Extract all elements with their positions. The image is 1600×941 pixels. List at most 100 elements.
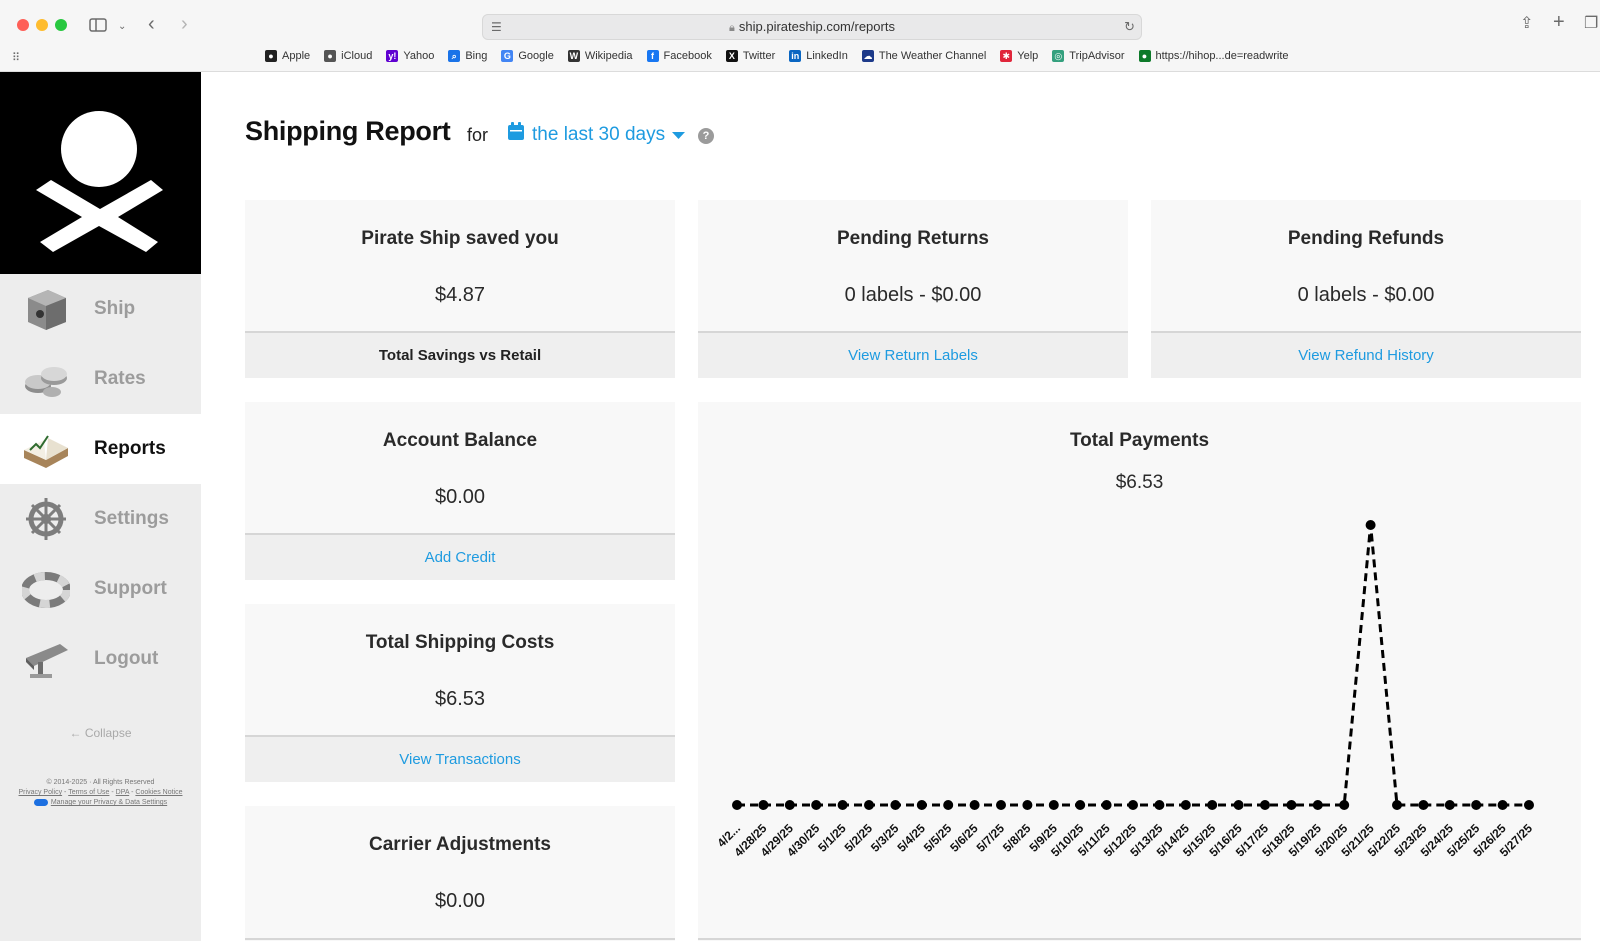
data-point[interactable] xyxy=(784,800,795,810)
data-point[interactable] xyxy=(1154,800,1165,810)
data-point[interactable] xyxy=(1075,800,1086,810)
sidebar-item-logout[interactable]: Logout xyxy=(0,624,201,694)
card-title: Pending Refunds xyxy=(1287,228,1445,249)
bookmark-item[interactable]: in LinkedIn xyxy=(789,50,848,62)
series-line xyxy=(737,524,1529,807)
data-point[interactable] xyxy=(758,800,769,810)
close-window-button[interactable] xyxy=(17,19,29,31)
data-point[interactable] xyxy=(1392,800,1402,810)
bookmark-item[interactable]: ✱ Yelp xyxy=(1000,50,1038,62)
address-bar[interactable]: ☰ 🔒︎ ship.pirateship.com/reports ↻ xyxy=(482,14,1142,40)
legal-footer: © 2014-2025 · All Rights Reserved Privac… xyxy=(0,778,201,808)
data-point[interactable] xyxy=(1444,800,1455,810)
privacy-policy-link[interactable]: Privacy Policy xyxy=(19,789,63,796)
apple-icon: ● xyxy=(265,50,277,62)
card-value: $0.00 xyxy=(434,486,486,508)
bookmark-item[interactable]: ● Apple xyxy=(265,50,310,62)
x-tick-label: 5/2/25 xyxy=(842,821,876,855)
share-icon[interactable]: ⇪ xyxy=(1520,16,1533,32)
data-point[interactable] xyxy=(1471,800,1482,810)
date-range-dropdown[interactable]: the last 30 days xyxy=(507,122,686,147)
bookmark-item[interactable]: ☁ The Weather Channel xyxy=(861,50,986,62)
yelp-icon: ✱ xyxy=(1000,50,1013,62)
data-point[interactable] xyxy=(1524,800,1534,810)
new-tab-icon[interactable]: + xyxy=(1553,12,1565,32)
add-credit-link[interactable]: Add Credit xyxy=(245,533,675,580)
data-point[interactable] xyxy=(1233,800,1244,810)
copyright-text: © 2014-2025 · All Rights Reserved xyxy=(46,779,155,786)
linkedin-icon: in xyxy=(789,50,802,62)
data-point[interactable] xyxy=(969,800,980,810)
cookies-notice-link[interactable]: Cookies Notice xyxy=(135,789,182,796)
card-title: Account Balance xyxy=(382,430,538,451)
bookmark-item[interactable]: ● iCloud xyxy=(324,50,372,62)
sidebar-item-rates[interactable]: Rates xyxy=(0,344,201,414)
data-point[interactable] xyxy=(1339,800,1350,810)
view-return-labels-link[interactable]: View Return Labels xyxy=(698,331,1128,378)
zoom-window-button[interactable] xyxy=(55,19,67,31)
collapse-button[interactable]: ← Collapse xyxy=(0,726,201,740)
bookmark-item[interactable]: y! Yahoo xyxy=(386,50,434,62)
collapse-label: Collapse xyxy=(84,726,132,740)
data-point[interactable] xyxy=(916,800,927,810)
bookmark-label: Bing xyxy=(465,50,488,62)
sidebar-item-support[interactable]: Support xyxy=(0,554,201,624)
data-point[interactable] xyxy=(996,800,1006,810)
help-icon[interactable]: ? xyxy=(698,128,714,144)
data-point[interactable] xyxy=(837,800,848,810)
bookmark-item[interactable]: ⌕ Bing xyxy=(448,50,487,62)
data-point[interactable] xyxy=(1497,800,1508,810)
data-point[interactable] xyxy=(1048,800,1059,810)
divider xyxy=(245,938,675,940)
bookmark-item[interactable]: f Facebook xyxy=(646,50,712,62)
sidebar-toggle-icon[interactable] xyxy=(89,18,107,36)
bookmark-label: Google xyxy=(518,50,554,62)
arrow-left-icon: ← xyxy=(69,726,82,740)
minimize-window-button[interactable] xyxy=(36,19,48,31)
data-point[interactable] xyxy=(943,800,954,810)
view-transactions-link[interactable]: View Transactions xyxy=(245,735,675,782)
terms-of-use-link[interactable]: Terms of Use xyxy=(68,789,109,796)
savings-footer: Total Savings vs Retail xyxy=(245,331,675,378)
data-point[interactable] xyxy=(1260,800,1270,810)
sidebar-item-ship[interactable]: Ship xyxy=(0,274,201,344)
savings-card: Pirate Ship saved you $4.87 Total Saving… xyxy=(245,200,675,378)
for-label: for xyxy=(467,125,489,145)
tab-overview-icon[interactable]: ❐ xyxy=(1584,16,1598,32)
data-point[interactable] xyxy=(890,800,901,810)
date-range-label: the last 30 days xyxy=(532,123,666,145)
bookmark-item[interactable]: W Wikipedia xyxy=(567,50,633,62)
manage-privacy-link[interactable]: Manage your Privacy & Data Settings xyxy=(51,799,167,806)
back-icon[interactable]: ‹ xyxy=(148,14,155,34)
data-point[interactable] xyxy=(1418,800,1429,810)
forward-icon[interactable]: › xyxy=(181,14,188,34)
sidebar-item-settings[interactable]: Settings xyxy=(0,484,201,554)
life-ring-icon xyxy=(21,566,71,612)
data-point[interactable] xyxy=(1128,800,1138,810)
view-refund-history-link[interactable]: View Refund History xyxy=(1151,331,1581,378)
data-point[interactable] xyxy=(732,800,742,810)
tripadvisor-icon: ◎ xyxy=(1052,50,1065,62)
data-point[interactable] xyxy=(1286,800,1297,810)
bookmark-label: Twitter xyxy=(742,50,776,62)
pirate-ship-logo[interactable] xyxy=(0,72,201,274)
data-point[interactable] xyxy=(1101,800,1112,810)
grid-icon[interactable]: ⠿ xyxy=(12,50,20,66)
bookmark-item[interactable]: ● https://hihop...de=readwrite xyxy=(1138,50,1289,62)
chevron-down-icon[interactable]: ⌄ xyxy=(118,19,126,35)
sidebar-item-reports[interactable]: Reports xyxy=(0,414,201,484)
data-point[interactable] xyxy=(1312,800,1323,810)
dpa-link[interactable]: DPA xyxy=(116,789,130,796)
data-point[interactable] xyxy=(864,800,874,810)
reload-icon[interactable]: ↻ xyxy=(1124,19,1135,35)
data-point[interactable] xyxy=(1180,800,1191,810)
sidebar-item-label: Ship xyxy=(94,298,136,319)
bookmark-item[interactable]: G Google xyxy=(501,50,554,62)
bookmark-item[interactable]: ◎ TripAdvisor xyxy=(1052,50,1125,62)
bookmark-item[interactable]: X Twitter xyxy=(725,50,776,62)
x-tick-label: 5/8/25 xyxy=(1000,821,1034,855)
data-point[interactable] xyxy=(1207,800,1218,810)
data-point[interactable] xyxy=(1365,520,1376,530)
data-point[interactable] xyxy=(811,800,822,810)
data-point[interactable] xyxy=(1022,800,1033,810)
